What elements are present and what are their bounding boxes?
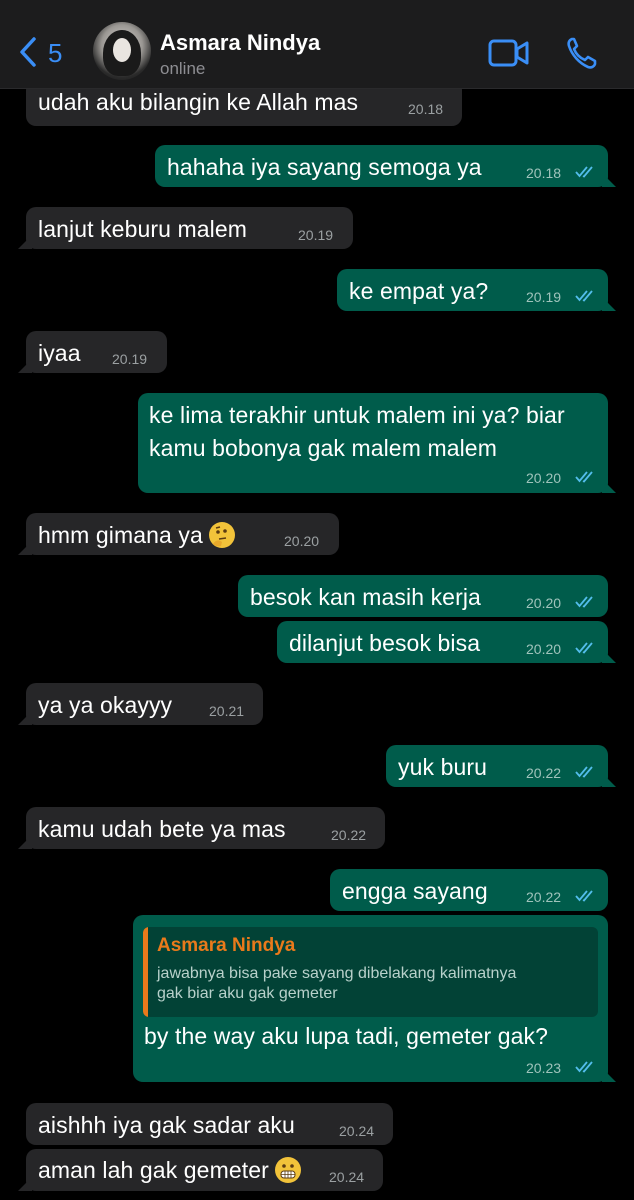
message-text: aishhh iya gak sadar aku — [38, 1112, 295, 1138]
message-time: 20.20 — [526, 470, 562, 486]
message-incoming[interactable]: hmm gimana ya 20.20 — [18, 513, 339, 555]
message-text-content: aman lah gak gemeter — [38, 1157, 269, 1183]
chat-header: 5 Asmara Nindya online — [0, 0, 634, 89]
message-outgoing[interactable]: yuk buru 20.22 — [386, 745, 616, 787]
quoted-message[interactable]: Asmara Nindya jawabnya bisa pake sayang … — [143, 927, 598, 1017]
message-time: 20.19 — [526, 289, 562, 305]
message-incoming[interactable]: lanjut keburu malem 20.19 — [18, 207, 353, 249]
message-time: 20.22 — [331, 827, 367, 843]
message-text: lanjut keburu malem — [38, 216, 248, 242]
read-receipt-icon — [575, 766, 593, 778]
back-button[interactable]: 5 — [18, 34, 66, 74]
contact-status: online — [160, 59, 206, 78]
message-list[interactable]: udah aku bilangin ke Allah mas 20.18 hah… — [0, 0, 634, 1200]
quoted-sender-name: Asmara Nindya — [157, 935, 296, 956]
message-outgoing[interactable]: hahaha iya sayang semoga ya 20.18 — [155, 145, 616, 187]
quoted-text: jawabnya bisa pake sayang dibelakang kal… — [157, 964, 592, 1004]
message-outgoing[interactable]: ke empat ya? 20.19 — [337, 269, 616, 311]
message-time: 20.22 — [526, 765, 562, 781]
bubble-tail — [602, 173, 616, 187]
phone-call-icon[interactable] — [566, 36, 598, 70]
message-text: udah aku bilangin ke Allah mas — [38, 89, 359, 115]
message-time: 20.18 — [526, 165, 562, 181]
message-text: besok kan masih kerja — [250, 584, 481, 610]
message-text: engga sayang — [342, 878, 488, 904]
chevron-left-icon — [20, 37, 36, 67]
read-receipt-icon — [575, 290, 593, 302]
message-time: 20.20 — [526, 641, 562, 657]
message-text: by the way aku lupa tadi, gemeter gak? — [144, 1023, 548, 1049]
message-text: iyaa — [38, 340, 81, 366]
message-time: 20.19 — [298, 227, 334, 243]
quoted-text-line-1: jawabnya bisa pake sayang dibelakang kal… — [157, 965, 517, 982]
read-receipt-icon — [575, 642, 593, 654]
bubble-tail — [18, 235, 32, 249]
message-outgoing-reply[interactable]: Asmara Nindya jawabnya bisa pake sayang … — [133, 915, 616, 1082]
video-call-icon[interactable] — [488, 38, 530, 68]
message-time: 20.21 — [209, 703, 245, 719]
bubble-tail — [602, 297, 616, 311]
message-time: 20.24 — [339, 1123, 375, 1139]
message-text-line-1: ke lima terakhir untuk malem ini ya? bia… — [149, 402, 565, 428]
bubble-tail — [18, 835, 32, 849]
bubble-tail — [18, 359, 32, 373]
message-text: kamu udah bete ya mas — [38, 816, 286, 842]
message-text: hmm gimana ya — [38, 522, 235, 549]
message-incoming[interactable]: ya ya okayyy 20.21 — [18, 683, 263, 725]
thinking-face-emoji — [208, 522, 235, 548]
bubble-tail — [18, 711, 32, 725]
message-time: 20.23 — [526, 1060, 562, 1076]
message-time: 20.20 — [526, 595, 562, 611]
message-text: aman lah gak gemeter — [38, 1157, 301, 1184]
bubble-tail — [602, 649, 616, 663]
message-outgoing[interactable]: dilanjut besok bisa 20.20 — [277, 621, 616, 663]
avatar[interactable] — [93, 22, 151, 80]
message-time: 20.20 — [284, 533, 320, 549]
bubble-tail — [602, 1068, 616, 1082]
message-time: 20.19 — [112, 351, 148, 367]
message-text: ke empat ya? — [349, 278, 489, 304]
message-incoming[interactable]: aishhh iya gak sadar aku 20.24 — [26, 1103, 393, 1145]
read-receipt-icon — [575, 166, 593, 178]
message-text: hahaha iya sayang semoga ya — [167, 154, 482, 180]
message-text-content: hmm gimana ya — [38, 522, 203, 548]
read-receipt-icon — [575, 596, 593, 608]
unread-count: 5 — [48, 38, 63, 68]
message-text: yuk buru — [398, 754, 488, 780]
read-receipt-icon — [575, 890, 593, 902]
bubble-tail — [18, 1177, 32, 1191]
message-incoming[interactable]: iyaa 20.19 — [18, 331, 167, 373]
read-receipt-icon — [575, 1061, 593, 1073]
contact-name[interactable]: Asmara Nindya — [160, 30, 320, 56]
message-outgoing[interactable]: ke lima terakhir untuk malem ini ya? bia… — [138, 393, 616, 493]
read-receipt-icon — [575, 471, 593, 483]
message-incoming[interactable]: aman lah gak gemeter 20.24 — [18, 1149, 383, 1191]
quoted-text-line-2: gak biar aku gak gemeter — [157, 985, 338, 1002]
bubble-tail — [602, 773, 616, 787]
message-incoming[interactable]: kamu udah bete ya mas 20.22 — [18, 807, 385, 849]
message-time: 20.22 — [526, 889, 562, 905]
bubble-tail — [18, 541, 32, 555]
bubble-tail — [602, 479, 616, 493]
message-outgoing[interactable]: engga sayang 20.22 — [330, 869, 608, 911]
quote-accent-bar — [143, 927, 148, 1017]
grimacing-face-emoji — [274, 1157, 301, 1183]
message-outgoing[interactable]: besok kan masih kerja 20.20 — [238, 575, 608, 617]
message-text-line-2: kamu bobonya gak malem malem — [149, 435, 497, 461]
message-time: 20.24 — [329, 1169, 365, 1185]
message-text: dilanjut besok bisa — [289, 630, 481, 656]
message-text: ya ya okayyy — [38, 692, 173, 718]
message-time: 20.18 — [408, 101, 444, 117]
